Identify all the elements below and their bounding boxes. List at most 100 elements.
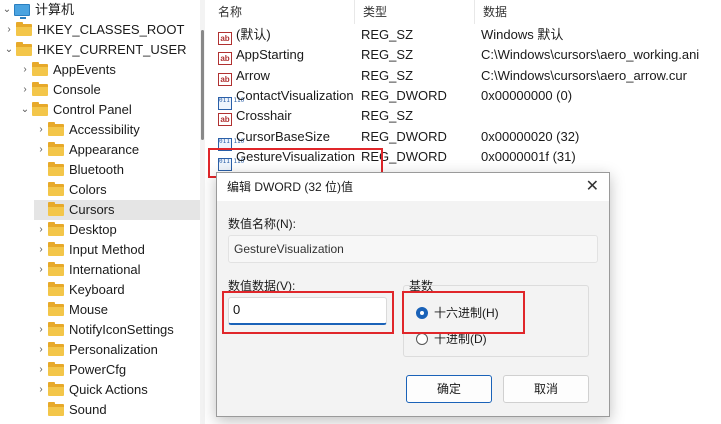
folder-icon bbox=[48, 382, 64, 396]
tree-item[interactable]: › Quick Actions bbox=[34, 380, 200, 400]
highlight-data-field bbox=[222, 291, 394, 334]
value-data: C:\Windows\cursors\aero_arrow.cur bbox=[481, 66, 721, 86]
tree-item[interactable]: ⌄ Control Panel bbox=[18, 100, 200, 120]
chevron-right-icon[interactable]: › bbox=[34, 220, 48, 240]
dialog-titlebar[interactable]: 编辑 DWORD (32 位)值 ✕ bbox=[217, 173, 609, 201]
tree-item-label: AppEvents bbox=[53, 62, 116, 77]
value-name-cell: ab (默认) bbox=[218, 25, 358, 45]
chevron-right-icon[interactable]: › bbox=[34, 260, 48, 280]
column-header-type[interactable]: 类型 bbox=[355, 0, 475, 24]
tree-item[interactable]: › Desktop bbox=[34, 220, 200, 240]
string-value-icon: ab bbox=[218, 72, 232, 86]
value-name-cell: ab Arrow bbox=[218, 66, 358, 86]
value-name-field[interactable]: GestureVisualization bbox=[228, 235, 598, 263]
value-data: 0x00000000 (0) bbox=[481, 86, 721, 106]
tree-item[interactable]: Colors bbox=[34, 180, 200, 200]
chevron-right-icon[interactable]: › bbox=[34, 360, 48, 380]
chevron-right-icon[interactable]: › bbox=[34, 240, 48, 260]
folder-icon bbox=[16, 42, 32, 56]
folder-icon bbox=[48, 342, 64, 356]
tree-item[interactable]: › Personalization bbox=[34, 340, 200, 360]
tree-root-label: 计算机 bbox=[35, 2, 75, 17]
tree-item[interactable]: › Appearance bbox=[34, 140, 200, 160]
value-name: Arrow bbox=[236, 67, 270, 83]
tree-item[interactable]: › International bbox=[34, 260, 200, 280]
tree-item-label: Keyboard bbox=[69, 282, 125, 297]
chevron-down-icon[interactable]: ⌄ bbox=[2, 40, 16, 60]
tree-item[interactable]: Keyboard bbox=[34, 280, 200, 300]
column-header-data[interactable]: 数据 bbox=[475, 0, 721, 24]
tree-item-label: International bbox=[69, 262, 141, 277]
tree-root[interactable]: ⌄ 计算机 bbox=[0, 0, 74, 20]
folder-icon bbox=[16, 22, 32, 36]
highlight-hex-option bbox=[402, 291, 525, 334]
tree-scrollbar-thumb[interactable] bbox=[201, 30, 204, 140]
chevron-right-icon[interactable]: › bbox=[18, 60, 32, 80]
chevron-right-icon[interactable]: › bbox=[18, 80, 32, 100]
tree-item[interactable]: › HKEY_CLASSES_ROOT bbox=[2, 20, 200, 40]
list-row[interactable]: ab (默认) REG_SZ Windows 默认 bbox=[210, 25, 721, 45]
close-icon[interactable]: ✕ bbox=[586, 176, 599, 196]
value-data: 0x00000020 (32) bbox=[481, 127, 721, 147]
string-value-icon: ab bbox=[218, 52, 232, 66]
tree-item[interactable]: Mouse bbox=[34, 300, 200, 320]
radio-dec-button[interactable] bbox=[416, 333, 428, 345]
value-data: 0x0000001f (31) bbox=[481, 147, 721, 167]
folder-icon bbox=[32, 82, 48, 96]
folder-icon bbox=[48, 202, 64, 216]
value-name-cell: ab AppStarting bbox=[218, 45, 358, 66]
chevron-right-icon[interactable]: › bbox=[2, 20, 16, 40]
chevron-right-icon[interactable]: › bbox=[34, 380, 48, 400]
chevron-right-icon[interactable]: › bbox=[34, 120, 48, 140]
tree-item[interactable]: › Input Method bbox=[34, 240, 200, 260]
folder-icon bbox=[48, 262, 64, 276]
folder-icon bbox=[48, 222, 64, 236]
tree-item-label: Bluetooth bbox=[69, 162, 124, 177]
folder-icon bbox=[48, 142, 64, 156]
tree-item-label: Accessibility bbox=[69, 122, 140, 137]
tree-item-label: Mouse bbox=[69, 302, 109, 317]
tree-item-label: Personalization bbox=[69, 342, 158, 357]
folder-icon bbox=[48, 322, 64, 336]
tree-item[interactable]: Sound bbox=[34, 400, 200, 420]
list-row[interactable]: ab Crosshair REG_SZ bbox=[210, 106, 721, 127]
chevron-right-icon[interactable]: › bbox=[34, 320, 48, 340]
value-name: Crosshair bbox=[236, 108, 292, 124]
list-row[interactable]: 011 110ContactVisualization REG_DWORD 0x00… bbox=[210, 86, 721, 110]
folder-icon bbox=[48, 162, 64, 176]
list-row[interactable]: 011 110CursorBaseSize REG_DWORD 0x00000020… bbox=[210, 127, 721, 151]
tree-item[interactable]: › NotifyIconSettings bbox=[34, 320, 200, 340]
tree-item[interactable]: › AppEvents bbox=[18, 60, 200, 80]
value-name: AppStarting bbox=[236, 47, 304, 63]
tree-item-label: HKEY_CLASSES_ROOT bbox=[37, 22, 185, 37]
tree-item-label: PowerCfg bbox=[69, 362, 127, 377]
chevron-right-icon[interactable]: › bbox=[34, 140, 48, 160]
value-data-text: 0x00000020 (32) bbox=[481, 128, 580, 144]
value-type: REG_SZ bbox=[361, 27, 414, 42]
value-data: Windows 默认 bbox=[481, 25, 721, 45]
column-header-name[interactable]: 名称 bbox=[210, 0, 355, 24]
tree-item[interactable]: › Console bbox=[18, 80, 200, 100]
dialog-title: 编辑 DWORD (32 位)值 bbox=[227, 180, 354, 194]
chevron-down-icon[interactable]: ⌄ bbox=[18, 100, 32, 120]
value-data-text: C:\Windows\cursors\aero_working.ani bbox=[481, 47, 700, 63]
tree-item[interactable]: Cursors bbox=[34, 200, 200, 220]
list-row[interactable]: ab AppStarting REG_SZ C:\Windows\cursors\ae… bbox=[210, 45, 721, 66]
ok-button[interactable]: 确定 bbox=[406, 375, 492, 403]
tree-item-label: Sound bbox=[69, 402, 107, 417]
tree-item[interactable]: Bluetooth bbox=[34, 160, 200, 180]
cancel-button[interactable]: 取消 bbox=[503, 375, 589, 403]
tree-item-label: Control Panel bbox=[53, 102, 132, 117]
value-type: REG_DWORD bbox=[361, 128, 447, 144]
tree-item[interactable]: › Accessibility bbox=[34, 120, 200, 140]
tree-item[interactable]: ⌄ HKEY_CURRENT_USER bbox=[2, 40, 200, 60]
tree-item-label: Appearance bbox=[69, 142, 140, 157]
chevron-down-icon[interactable]: ⌄ bbox=[0, 0, 14, 20]
tree-item[interactable]: › PowerCfg bbox=[34, 360, 200, 380]
chevron-right-icon[interactable]: › bbox=[34, 340, 48, 360]
value-type: REG_DWORD bbox=[361, 87, 447, 103]
value-name-cell: ab Crosshair bbox=[218, 106, 358, 127]
list-row[interactable]: ab Arrow REG_SZ C:\Windows\cursors\aero_arr… bbox=[210, 66, 721, 86]
value-name-label: 数值名称(N): bbox=[228, 217, 296, 231]
value-name: (默认) bbox=[236, 27, 271, 42]
